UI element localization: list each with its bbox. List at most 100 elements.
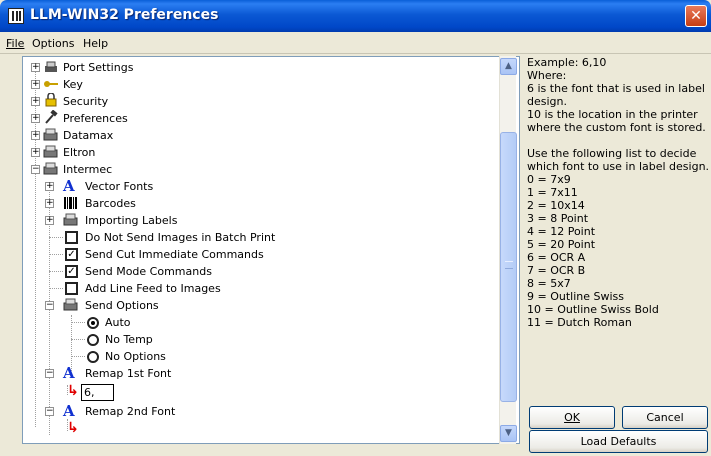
tree-line xyxy=(49,237,63,238)
printer-icon xyxy=(45,61,57,72)
tree-label: Intermec xyxy=(63,163,113,176)
expand-icon[interactable]: + xyxy=(31,114,40,123)
expand-icon[interactable]: + xyxy=(31,131,40,140)
tree-line xyxy=(49,288,63,289)
tree-item-port-settings[interactable]: + Port Settings xyxy=(23,59,493,76)
no-temp-radio[interactable] xyxy=(87,334,99,346)
preferences-tree[interactable]: + Port Settings + Key + Security + Prefe… xyxy=(22,56,520,444)
add-line-feed-checkbox[interactable] xyxy=(65,282,78,295)
expand-icon[interactable]: + xyxy=(45,199,54,208)
tree-item-eltron[interactable]: + Eltron xyxy=(23,144,493,161)
tree-label: Send Options xyxy=(85,299,159,312)
tree-item-remap-1st-value[interactable]: ↳ 6, xyxy=(23,383,493,403)
no-options-radio[interactable] xyxy=(87,351,99,363)
tree-item-auto[interactable]: Auto xyxy=(23,314,493,331)
send-cut-immediate-checkbox[interactable]: ✓ xyxy=(65,248,78,261)
expand-icon[interactable]: + xyxy=(31,80,40,89)
tree-label: Port Settings xyxy=(63,61,134,74)
tree-item-preferences[interactable]: + Preferences xyxy=(23,110,493,127)
send-mode-commands-checkbox[interactable]: ✓ xyxy=(65,265,78,278)
menu-options[interactable]: Options xyxy=(32,37,74,50)
expand-icon[interactable]: + xyxy=(31,63,40,72)
expand-icon[interactable]: + xyxy=(45,182,54,191)
font-list-item: 8 = 5x7 xyxy=(527,277,571,290)
load-defaults-button[interactable]: Load Defaults xyxy=(529,430,708,453)
hammer-icon xyxy=(45,110,58,124)
auto-radio[interactable] xyxy=(87,317,99,329)
remap-1st-font-input[interactable]: 6, xyxy=(81,384,114,401)
tree-item-remap-1st-font[interactable]: − A Remap 1st Font xyxy=(23,365,493,382)
scroll-thumb[interactable] xyxy=(500,132,517,402)
collapse-icon[interactable]: − xyxy=(45,407,54,416)
tree-item-no-temp[interactable]: No Temp xyxy=(23,331,493,348)
tree-label: Remap 2nd Font xyxy=(85,405,176,418)
close-button[interactable]: ✕ xyxy=(685,5,707,27)
barcode-icon xyxy=(64,197,77,209)
expand-icon[interactable]: + xyxy=(31,148,40,157)
tree-item-intermec[interactable]: − Intermec xyxy=(23,161,493,178)
tree-item-send-cut-immediate[interactable]: ✓ Send Cut Immediate Commands xyxy=(23,246,493,263)
tree-line xyxy=(49,254,63,255)
expand-icon[interactable]: + xyxy=(45,216,54,225)
font-list-item: 6 = OCR A xyxy=(527,251,586,264)
tree-item-datamax[interactable]: + Datamax xyxy=(23,127,493,144)
help-line: design. xyxy=(527,95,567,108)
tree-item-vector-fonts[interactable]: + A Vector Fonts xyxy=(23,178,493,195)
tree-item-send-mode-commands[interactable]: ✓ Send Mode Commands xyxy=(23,263,493,280)
expand-icon[interactable]: + xyxy=(31,97,40,106)
tree-item-remap-2nd-value[interactable]: ↳ xyxy=(23,420,493,437)
font-list-item: 4 = 12 Point xyxy=(527,225,596,238)
tree-item-no-options[interactable]: No Options xyxy=(23,348,493,365)
font-list-item: 0 = 7x9 xyxy=(527,173,571,186)
tree-item-do-not-send-images[interactable]: Do Not Send Images in Batch Print xyxy=(23,229,493,246)
tree-label: Send Cut Immediate Commands xyxy=(85,248,264,261)
tree-item-importing-labels[interactable]: + Importing Labels xyxy=(23,212,493,229)
collapse-icon[interactable]: − xyxy=(45,369,54,378)
printer-icon xyxy=(63,213,78,226)
menu-bar: File Options Help xyxy=(0,34,711,54)
scroll-down-button[interactable]: ▼ xyxy=(500,425,517,442)
help-line: which font to use in label design. xyxy=(527,160,710,173)
scroll-up-button[interactable]: ▲ xyxy=(500,58,517,75)
help-line: Use the following list to decide xyxy=(527,147,697,160)
cancel-button[interactable]: Cancel xyxy=(622,406,708,429)
window-title: LLM-WIN32 Preferences xyxy=(30,7,219,23)
tree-label: Do Not Send Images in Batch Print xyxy=(85,231,276,244)
tree-item-key[interactable]: + Key xyxy=(23,76,493,93)
font-list-item: 7 = OCR B xyxy=(527,264,586,277)
tree-label: Security xyxy=(63,95,109,108)
tree-label: Send Mode Commands xyxy=(85,265,212,278)
vector-font-icon: A xyxy=(63,364,75,382)
tree-label: Remap 1st Font xyxy=(85,367,172,380)
lock-icon xyxy=(45,93,57,107)
tree-item-send-options[interactable]: − Send Options xyxy=(23,297,493,314)
do-not-send-images-checkbox[interactable] xyxy=(65,231,78,244)
menu-help[interactable]: Help xyxy=(83,37,108,50)
tree-label: Importing Labels xyxy=(85,214,178,227)
help-line: Example: 6,10 xyxy=(527,56,607,69)
menu-file[interactable]: File xyxy=(6,37,24,50)
scroll-grip xyxy=(505,261,513,269)
tree-item-barcodes[interactable]: + Barcodes xyxy=(23,195,493,212)
ok-button[interactable]: OK xyxy=(529,406,615,429)
help-text-panel: Example: 6,10 Where: 6 is the font that … xyxy=(527,56,710,329)
help-line: Where: xyxy=(527,69,567,82)
tree-item-security[interactable]: + Security xyxy=(23,93,493,110)
tree-label: Barcodes xyxy=(85,197,136,210)
printer-icon xyxy=(43,145,58,158)
tree-label: Key xyxy=(63,78,83,91)
tree-scrollbar[interactable]: ▲ ▼ xyxy=(499,56,517,444)
font-list-item: 11 = Dutch Roman xyxy=(527,316,632,329)
tree-label: No Temp xyxy=(105,333,153,346)
key-icon xyxy=(44,81,58,87)
collapse-icon[interactable]: − xyxy=(31,165,40,174)
tree-label: Vector Fonts xyxy=(85,180,154,193)
help-line: 6 is the font that is used in label xyxy=(527,82,705,95)
tree-label: No Options xyxy=(105,350,166,363)
vector-font-icon: A xyxy=(63,402,75,420)
tree-item-add-line-feed[interactable]: Add Line Feed to Images xyxy=(23,280,493,297)
tree-item-remap-2nd-font[interactable]: − A Remap 2nd Font xyxy=(23,403,493,420)
remap-arrow-icon: ↳ xyxy=(67,383,79,399)
collapse-icon[interactable]: − xyxy=(45,301,54,310)
font-list-item: 9 = Outline Swiss xyxy=(527,290,624,303)
